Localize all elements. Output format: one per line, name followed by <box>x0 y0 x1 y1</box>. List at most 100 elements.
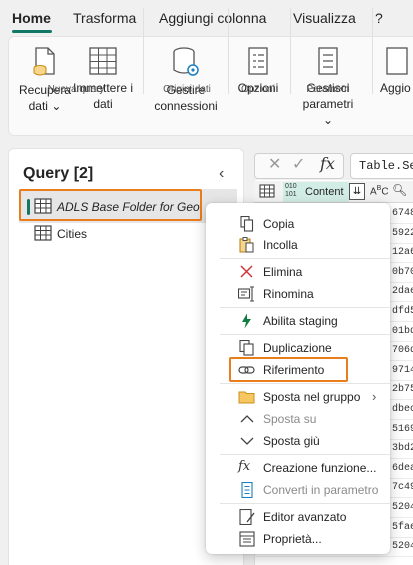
options-icon <box>248 47 268 75</box>
menu-divider <box>220 307 390 308</box>
properties-icon <box>239 531 255 547</box>
menu-item-elimina[interactable]: Elimina <box>206 261 390 283</box>
tab-visualizza[interactable]: Visualizza <box>293 10 356 26</box>
menu-label: Abilita staging <box>263 314 338 328</box>
formula-input[interactable]: Table.Sel <box>350 153 413 179</box>
grid-cell[interactable]: 01bd <box>392 326 413 337</box>
menu-label: Elimina <box>263 265 303 279</box>
duplicate-icon <box>239 340 254 356</box>
chevron-up-icon <box>240 415 254 423</box>
grid-cell[interactable]: 3bd2 <box>392 443 413 454</box>
menu-divider <box>220 334 390 335</box>
menu-label: Editor avanzato <box>263 510 347 524</box>
menu-label: Sposta giù <box>263 434 320 448</box>
chevron-down-icon: ⌄ <box>322 113 334 127</box>
parameters-icon <box>318 47 338 75</box>
grid-cell[interactable]: 6dea <box>392 463 413 474</box>
table-icon <box>34 225 52 241</box>
tab-aggiungi-colonna[interactable]: Aggiungi colonna <box>159 10 266 26</box>
table-icon[interactable] <box>259 184 275 198</box>
rename-icon <box>238 286 254 302</box>
database-gear-icon <box>173 47 199 76</box>
menu-item-proprieta[interactable]: Proprietà... <box>206 528 390 550</box>
manage-parameters-label-2: parametri <box>302 97 354 111</box>
menu-label: Copia <box>263 217 295 231</box>
group-label-opzioni: Opzioni <box>241 84 275 95</box>
grid-cell[interactable]: 0b70 <box>392 267 413 278</box>
menu-label: Sposta su <box>263 412 317 426</box>
refresh-label: Aggio <box>380 81 411 95</box>
enter-data-button[interactable]: Immettere i dati <box>72 46 134 112</box>
grid-cell[interactable]: 5fae <box>392 522 413 533</box>
text-type-icon[interactable]: ABC <box>370 185 389 197</box>
get-data-button[interactable]: Recupera dati ⌄ <box>17 46 73 114</box>
menu-item-abilita-staging[interactable]: Abilita staging <box>206 310 390 332</box>
reference-highlight-box <box>229 357 348 382</box>
query-highlight-box <box>19 189 202 221</box>
menu-divider <box>220 258 390 259</box>
menu-item-sposta-nel-gruppo[interactable]: Sposta nel gruppo › <box>206 386 390 408</box>
manage-connections-button[interactable]: Gestire connessioni <box>150 46 222 114</box>
binary-type-icon[interactable]: 010 101 <box>285 183 297 199</box>
menu-item-editor-avanzato[interactable]: Editor avanzato <box>206 506 390 528</box>
advanced-editor-icon <box>239 509 255 525</box>
search-icon[interactable]: 🔍︎ <box>392 183 407 197</box>
menu-label: Proprietà... <box>263 532 322 546</box>
fx-icon[interactable]: fx <box>320 154 335 173</box>
menu-label: Duplicazione <box>263 341 332 355</box>
menu-divider <box>220 454 390 455</box>
grid-cell[interactable]: dfd5 <box>392 306 413 317</box>
queries-title: Query [2] <box>23 165 94 182</box>
grid-cell[interactable]: 12a6 <box>392 247 413 258</box>
menu-label: Incolla <box>263 238 298 252</box>
group-label-parametri: Parametri <box>306 84 350 95</box>
manage-connections-label-2: connessioni <box>154 99 218 113</box>
refresh-icon <box>386 47 408 75</box>
menu-item-incolla[interactable]: Incolla <box>206 234 390 256</box>
menu-item-duplicazione[interactable]: Duplicazione <box>206 337 390 359</box>
menu-item-sposta-su[interactable]: Sposta su <box>206 408 390 430</box>
grid-cell[interactable]: 2b75 <box>392 384 413 395</box>
ribbon-separator <box>290 8 291 94</box>
menu-label: Converti in parametro <box>263 483 379 497</box>
tab-trasforma[interactable]: Trasforma <box>73 10 136 26</box>
lightning-icon <box>242 313 251 329</box>
collapse-pane-icon[interactable]: ‹ <box>219 165 224 183</box>
menu-item-sposta-giu[interactable]: Sposta giù <box>206 430 390 452</box>
grid-cell[interactable]: 5922 <box>392 228 413 239</box>
parameter-icon <box>241 482 253 498</box>
tab-help[interactable]: ? <box>375 10 383 26</box>
grid-cell[interactable]: 6748 <box>392 208 413 219</box>
folder-icon <box>238 391 255 404</box>
grid-cell[interactable]: 706d <box>392 345 413 356</box>
menu-item-converti-in-parametro[interactable]: Converti in parametro <box>206 479 390 501</box>
grid-cell[interactable]: 2dae <box>392 286 413 297</box>
chevron-down-icon: ⌄ <box>51 99 62 113</box>
query-item-cities[interactable]: Cities <box>57 227 87 241</box>
cancel-icon[interactable]: ✕ <box>268 154 281 174</box>
refresh-button[interactable]: Aggio <box>380 46 413 96</box>
grid-cell[interactable]: 9714 <box>392 365 413 376</box>
copy-icon <box>240 216 254 232</box>
grid-cell[interactable]: 7c49 <box>392 482 413 493</box>
grid-cell[interactable]: 5169 <box>392 424 413 435</box>
ribbon-separator <box>143 8 144 94</box>
menu-item-copia[interactable]: Copia <box>206 213 390 235</box>
expand-icon[interactable]: ⇊ <box>349 183 365 200</box>
menu-item-rinomina[interactable]: Rinomina <box>206 283 390 305</box>
grid-cell[interactable]: 5204 <box>392 502 413 513</box>
menu-label: Creazione funzione... <box>263 461 377 475</box>
table-icon <box>89 47 117 75</box>
tab-home[interactable]: Home <box>12 10 51 26</box>
get-data-icon <box>33 47 55 76</box>
ribbon-tabs: Home Trasforma Aggiungi colonna Visualiz… <box>0 0 413 36</box>
group-label-nuova-query: Nuova query <box>47 84 105 95</box>
check-icon[interactable]: ✓ <box>292 154 305 174</box>
chevron-down-icon <box>240 437 254 445</box>
grid-cell[interactable]: dbec <box>392 404 413 415</box>
group-label-origini-dati: Origini dati <box>163 84 211 95</box>
enter-data-label-2: dati <box>93 97 113 111</box>
grid-cell[interactable]: 5204 <box>392 541 413 552</box>
menu-item-creazione-funzione[interactable]: fx Creazione funzione... <box>206 457 390 479</box>
menu-label: Rinomina <box>263 287 314 301</box>
